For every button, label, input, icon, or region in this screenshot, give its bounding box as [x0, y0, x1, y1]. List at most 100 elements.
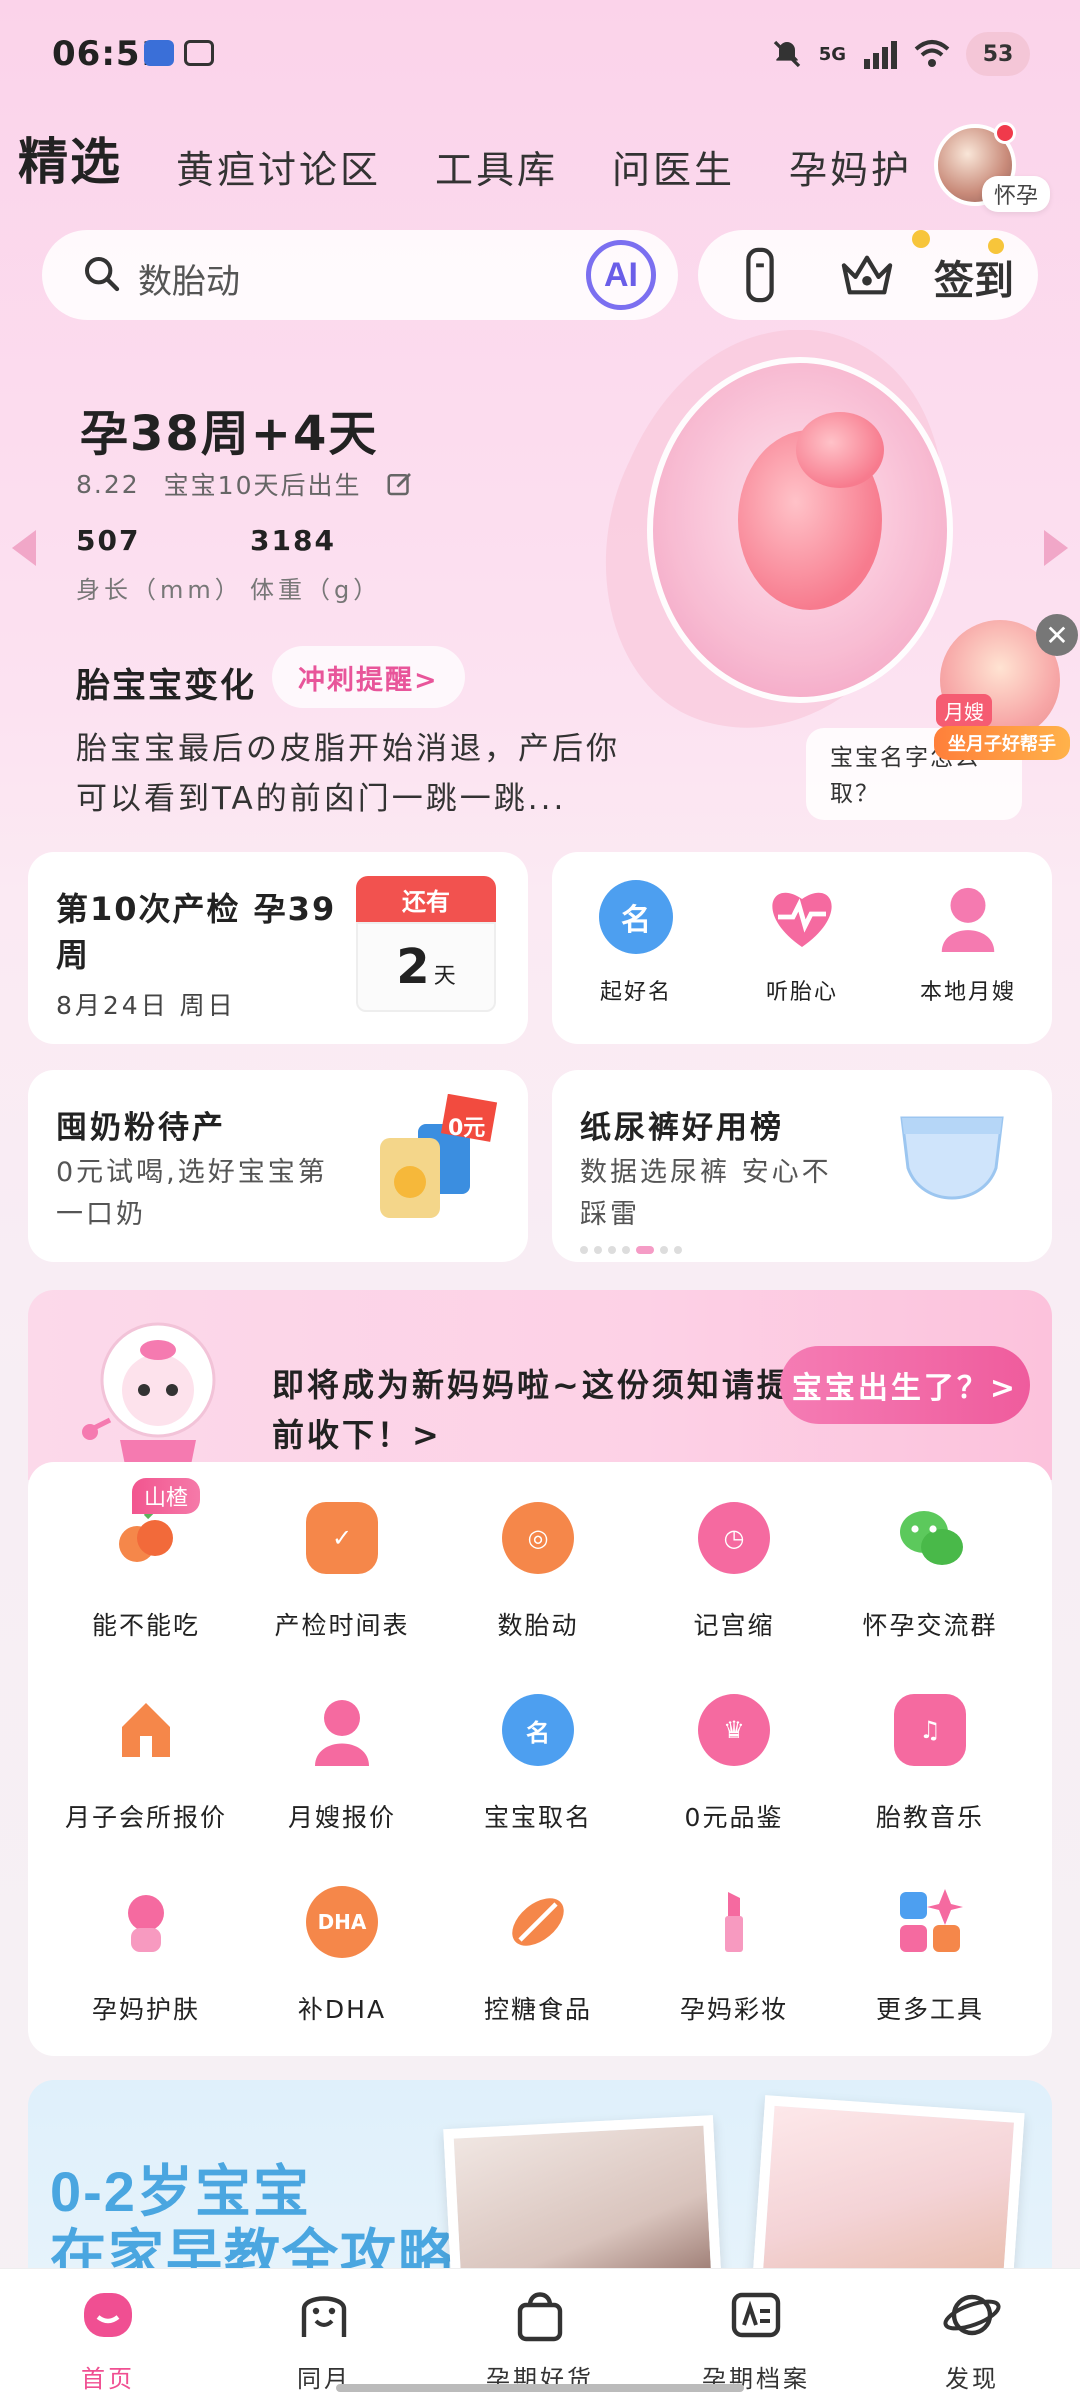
tool-label: 月嫂报价 — [287, 1803, 396, 1832]
tool-exam-schedule[interactable]: ✓ 产检时间表 — [244, 1502, 440, 1642]
quick-action-label: 本地月嫂 — [919, 980, 1016, 1005]
tab-tools[interactable]: 工具库 — [435, 139, 558, 194]
early-education-title-line1: 0-2岁宝宝 — [50, 2160, 311, 2223]
ai-button[interactable]: AI — [586, 240, 656, 310]
calendar-header: 还有 — [356, 876, 496, 922]
exam-title: 第10次产检 孕39周 — [56, 890, 337, 974]
records-icon — [731, 2292, 781, 2338]
crown-icon: ♛ — [698, 1694, 770, 1766]
tool-label: 月子会所报价 — [64, 1803, 227, 1832]
app-notification-icon — [144, 40, 174, 66]
tool-dha[interactable]: DHA 补DHA — [244, 1886, 440, 2026]
quick-action-name[interactable]: 名 起好名 — [576, 880, 696, 1006]
helper-label: 坐月子好帮手 — [934, 726, 1070, 760]
tool-baby-name[interactable]: 名 宝宝取名 — [440, 1694, 636, 1834]
carousel-dot — [674, 1246, 682, 1254]
tool-can-eat[interactable]: 能不能吃 — [48, 1502, 244, 1642]
notification-dot — [994, 122, 1016, 144]
quick-action-label: 听胎心 — [765, 980, 838, 1005]
length-label: 身长（mm） — [76, 576, 243, 604]
skincare-icon — [110, 1886, 182, 1958]
tool-label: 0元品鉴 — [684, 1803, 784, 1832]
tool-nanny-price[interactable]: 月嫂报价 — [244, 1694, 440, 1834]
tool-free-trial[interactable]: ♛ 0元品鉴 — [636, 1694, 832, 1834]
toy-photo — [443, 2115, 723, 2280]
early-education-banner[interactable]: 0-2岁宝宝 在家早教全攻略 — [28, 2080, 1052, 2280]
iqiyi-notification-icon — [184, 40, 214, 66]
nav-same-month[interactable]: 同月 — [239, 2269, 409, 2400]
network-type: 5G — [818, 43, 846, 65]
baby-born-button[interactable]: 宝宝出生了？> — [780, 1346, 1030, 1424]
carousel-dot — [594, 1246, 602, 1254]
nanny-tag: 月嫂 — [936, 694, 992, 727]
house-icon — [110, 1694, 182, 1766]
carousel-dot — [622, 1246, 630, 1254]
grid-icon — [894, 1886, 966, 1958]
carousel-dot — [580, 1246, 588, 1254]
baby-changes-description[interactable]: 胎宝宝最后の皮脂开始消退，产后你可以看到TA的前囟门一跳一跳... — [76, 724, 636, 824]
close-icon[interactable]: ✕ — [1036, 614, 1078, 656]
nav-shopping[interactable]: 孕期好货 — [455, 2269, 625, 2400]
tool-low-sugar[interactable]: 控糖食品 — [440, 1886, 636, 2026]
tool-makeup[interactable]: 孕妈彩妆 — [636, 1886, 832, 2026]
tool-label: 记宫缩 — [693, 1611, 775, 1640]
home-indicator[interactable] — [336, 2384, 744, 2392]
sprint-reminder-button[interactable]: 冲刺提醒> — [272, 646, 465, 708]
monitor-device-icon[interactable] — [740, 246, 780, 304]
diaper-image — [900, 1116, 1004, 1200]
wifi-icon — [914, 40, 950, 67]
name-icon: 名 — [599, 880, 673, 954]
nav-records[interactable]: 孕期档案 — [671, 2269, 841, 2400]
nav-home[interactable]: 首页 — [23, 2269, 193, 2400]
music-icon: ♫ — [894, 1694, 966, 1766]
carousel-indicator — [580, 1246, 682, 1254]
tool-label: 宝宝取名 — [483, 1803, 592, 1832]
nav-discover[interactable]: 发现 — [887, 2269, 1057, 2400]
tool-contractions[interactable]: ◷ 记宫缩 — [636, 1502, 832, 1642]
tool-label: 更多工具 — [875, 1995, 984, 2024]
tool-prenatal-music[interactable]: ♫ 胎教音乐 — [832, 1694, 1028, 1834]
planet-icon — [943, 2294, 1001, 2336]
tool-skincare[interactable]: 孕妈护肤 — [48, 1886, 244, 2026]
signal-icon — [864, 41, 897, 69]
exam-date: 8月24日 周日 — [56, 991, 236, 1020]
nanny-icon — [306, 1694, 378, 1766]
lipstick-icon — [698, 1886, 770, 1958]
tab-ask-doctor[interactable]: 问医生 — [612, 139, 735, 194]
previous-week-arrow[interactable] — [12, 530, 36, 566]
next-week-arrow[interactable] — [1044, 530, 1068, 566]
calendar-body: 2 天 — [356, 922, 496, 1012]
tab-mom-care[interactable]: 孕妈护 — [789, 139, 912, 194]
fetal-icon: ◎ — [502, 1502, 574, 1574]
edit-icon[interactable] — [385, 469, 415, 499]
signin-button[interactable]: 签到 — [934, 248, 1014, 306]
nav-label: 发现 — [945, 2365, 999, 2393]
pregnancy-week: 孕38周+4天 — [80, 406, 379, 462]
tool-count-kicks[interactable]: ◎ 数胎动 — [440, 1502, 636, 1642]
tool-label: 孕妈护肤 — [91, 1995, 200, 2024]
new-mom-banner[interactable]: 即将成为新妈妈啦~这份须知请提前收下！> 宝宝出生了？> — [28, 1290, 1052, 1480]
search-bar[interactable]: 数胎动 AI — [42, 230, 678, 320]
baby-photo — [751, 2095, 1025, 2280]
status-indicators: 5G 53 — [771, 32, 1030, 76]
quick-action-heartbeat[interactable]: 听胎心 — [742, 880, 862, 1006]
tab-featured[interactable]: 精选 — [18, 122, 122, 194]
mascot-image — [82, 1322, 216, 1480]
tab-jaundice[interactable]: 黄疸讨论区 — [176, 139, 381, 194]
quick-action-nanny[interactable]: 本地月嫂 — [908, 880, 1028, 1006]
coin-icon — [912, 230, 930, 248]
home-icon — [84, 2293, 132, 2337]
tool-confinement-center[interactable]: 月子会所报价 — [48, 1694, 244, 1834]
toolbar: 签到 — [698, 230, 1038, 320]
crown-icon[interactable] — [838, 250, 896, 300]
due-date: 8.22 — [76, 469, 140, 499]
tool-chat-group[interactable]: 怀孕交流群 — [832, 1502, 1028, 1642]
chat-icon — [894, 1502, 966, 1574]
leaf-icon — [502, 1886, 574, 1958]
due-date-row[interactable]: 8.22 宝宝10天后出生 — [76, 466, 415, 502]
tool-more[interactable]: 更多工具 — [832, 1886, 1028, 2026]
carousel-dot — [608, 1246, 616, 1254]
coin-icon — [988, 238, 1004, 254]
bottom-nav: 首页 同月 孕期好货 孕期档案 发现 — [0, 2268, 1080, 2400]
battery-indicator: 53 — [966, 32, 1030, 76]
